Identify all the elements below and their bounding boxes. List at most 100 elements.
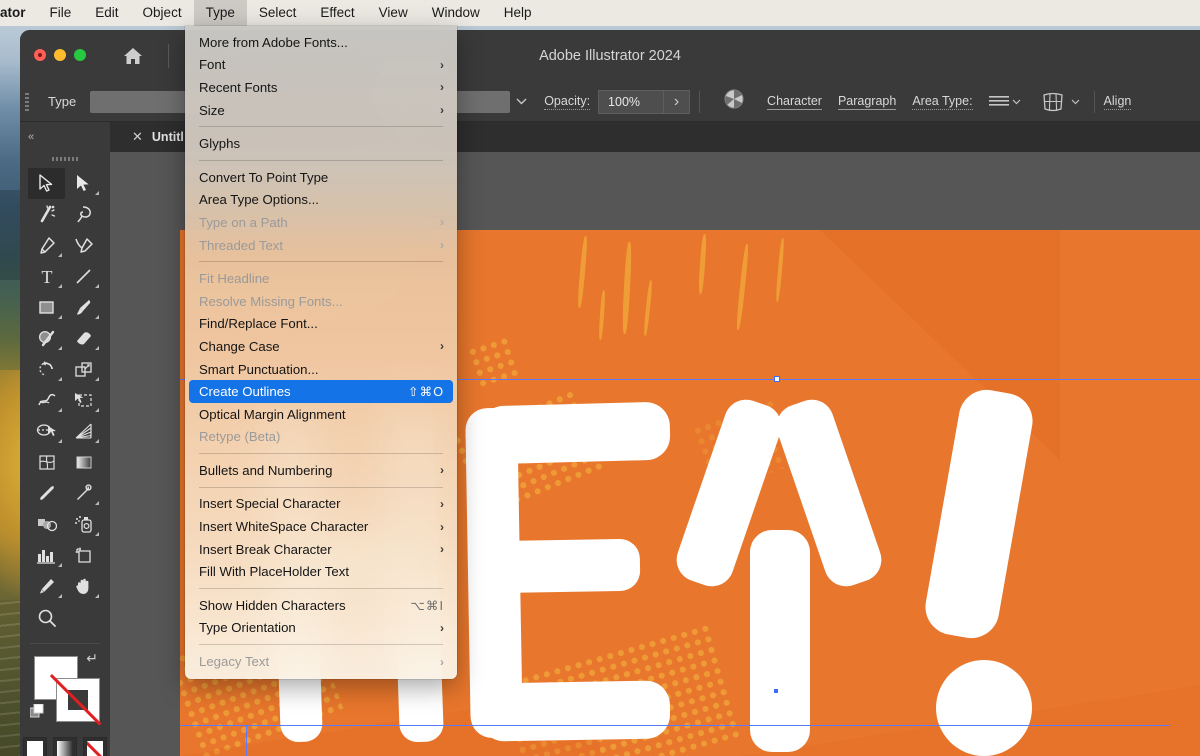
stroke-color-swatch[interactable] [56, 678, 100, 722]
zoom-tool[interactable] [28, 602, 65, 633]
menu-item-area-type-options[interactable]: Area Type Options... [185, 189, 457, 212]
menu-item-glyphs[interactable]: Glyphs [185, 132, 457, 155]
menubar-item-select[interactable]: Select [247, 0, 309, 26]
align-panel-link[interactable]: Align [1103, 94, 1132, 110]
artboard-tool[interactable] [65, 540, 102, 571]
maximize-window-button[interactable] [74, 49, 86, 61]
minimize-window-button[interactable] [54, 49, 66, 61]
menubar-item-window[interactable]: Window [420, 0, 492, 26]
blend-tool[interactable] [28, 509, 65, 540]
eyedropper-tool[interactable] [65, 478, 102, 509]
letter-e-top[interactable] [479, 401, 671, 465]
menubar-item-ator[interactable]: ator [0, 0, 38, 26]
paragraph-panel-link[interactable]: Paragraph [837, 94, 897, 110]
type-menu-dropdown[interactable]: More from Adobe Fonts... Font › Recent Font… [185, 26, 457, 679]
measure-tool[interactable] [28, 478, 65, 509]
paintbrush-tool[interactable] [65, 292, 102, 323]
close-icon[interactable]: ✕ [132, 129, 143, 145]
menu-separator [199, 261, 443, 263]
magic-wand-tool[interactable] [28, 199, 65, 230]
opacity-mask-icon[interactable] [723, 88, 745, 115]
color-mode-gradient[interactable] [53, 737, 77, 756]
menu-item-font[interactable]: Font › [185, 54, 457, 77]
menubar-item-help[interactable]: Help [492, 0, 544, 26]
default-fill-stroke-icon[interactable] [29, 703, 45, 719]
area-type-link[interactable]: Area Type: [912, 94, 973, 110]
menu-item-optical-margin-alignment[interactable]: Optical Margin Alignment [185, 403, 457, 426]
lasso-tool[interactable] [65, 199, 102, 230]
menu-item-recent-fonts[interactable]: Recent Fonts › [185, 76, 457, 99]
symbol-sprayer-tool[interactable] [65, 509, 102, 540]
svg-text:T: T [41, 267, 52, 286]
chevron-down-icon[interactable] [510, 91, 532, 113]
width-tool[interactable] [28, 385, 65, 416]
curvature-tool[interactable] [65, 230, 102, 261]
scale-tool[interactable] [65, 354, 102, 385]
letter-e-mid[interactable] [481, 538, 641, 594]
menu-item-label: Insert Break Character [199, 541, 332, 557]
menubar-item-file[interactable]: File [38, 0, 84, 26]
menu-item-convert-to-point-type[interactable]: Convert To Point Type [185, 166, 457, 189]
letter-exclaim-bar[interactable] [921, 385, 1037, 643]
menu-item-fill-with-placeholder-text[interactable]: Fill With PlaceHolder Text [185, 560, 457, 583]
type-tool[interactable]: T [28, 261, 65, 292]
column-graph-tool[interactable] [28, 540, 65, 571]
swap-fill-stroke-icon[interactable]: ↵ [86, 650, 98, 667]
menu-item-create-outlines[interactable]: Create Outlines ⇧⌘O [189, 380, 453, 403]
menubar-item-edit[interactable]: Edit [83, 0, 130, 26]
opacity-value: 100% [608, 94, 641, 109]
close-window-button[interactable] [34, 49, 46, 61]
letter-exclaim-dot[interactable] [936, 660, 1032, 756]
control-bar-grip[interactable] [20, 82, 34, 122]
tools-panel-handle[interactable] [20, 152, 110, 166]
rectangle-tool[interactable] [28, 292, 65, 323]
menu-item-size[interactable]: Size › [185, 99, 457, 122]
letter-y-stem[interactable] [750, 530, 810, 752]
hand-tool[interactable] [65, 571, 102, 602]
selection-anchor-point[interactable] [774, 376, 780, 382]
gradient-tool[interactable] [65, 447, 102, 478]
chevron-right-icon: › [440, 463, 444, 478]
letter-e-bottom[interactable] [479, 680, 671, 742]
menubar-item-view[interactable]: View [367, 0, 420, 26]
menu-item-smart-punctuation[interactable]: Smart Punctuation... [185, 358, 457, 381]
shape-builder-tool[interactable] [28, 416, 65, 447]
menu-item-insert-special-character[interactable]: Insert Special Character › [185, 493, 457, 516]
shaper-tool[interactable] [28, 323, 65, 354]
rotate-tool[interactable] [28, 354, 65, 385]
menu-item-more-from-adobe-fonts[interactable]: More from Adobe Fonts... [185, 31, 457, 54]
chevron-right-icon: › [440, 654, 444, 669]
character-panel-link[interactable]: Character [767, 94, 822, 110]
selection-tool[interactable] [28, 168, 65, 199]
direct-selection-tool[interactable] [65, 168, 102, 199]
opacity-input[interactable]: 100% › [598, 89, 691, 114]
color-mode-solid[interactable] [23, 737, 47, 756]
mesh-tool[interactable] [28, 447, 65, 478]
panel-collapse-button[interactable]: « [20, 122, 110, 152]
selection-center-point[interactable] [773, 688, 779, 694]
home-icon[interactable] [116, 44, 150, 68]
slice-tool[interactable] [28, 571, 65, 602]
area-type-shape-icon[interactable] [1041, 91, 1080, 113]
menubar-item-type[interactable]: Type [193, 0, 247, 26]
chevron-right-icon[interactable]: › [663, 90, 689, 113]
free-transform-tool[interactable] [65, 385, 102, 416]
menubar-item-object[interactable]: Object [131, 0, 194, 26]
menu-item-change-case[interactable]: Change Case › [185, 335, 457, 358]
menu-item-bullets-and-numbering[interactable]: Bullets and Numbering › [185, 459, 457, 482]
color-mode-none[interactable] [83, 737, 107, 756]
menu-item-label: Bullets and Numbering [199, 462, 333, 478]
pen-tool[interactable] [28, 230, 65, 261]
menu-item-label: Smart Punctuation... [199, 361, 319, 377]
eraser-tool[interactable] [65, 323, 102, 354]
menu-item-insert-break-character[interactable]: Insert Break Character › [185, 538, 457, 561]
menu-item-insert-whitespace-character[interactable]: Insert WhiteSpace Character › [185, 515, 457, 538]
opacity-label[interactable]: Opacity: [544, 94, 591, 110]
menubar-item-effect[interactable]: Effect [308, 0, 366, 26]
menu-item-show-hidden-characters[interactable]: Show Hidden Characters ⌥⌘I [185, 594, 457, 617]
menu-item-find-replace-font[interactable]: Find/Replace Font... [185, 313, 457, 336]
menu-item-type-orientation[interactable]: Type Orientation › [185, 617, 457, 640]
line-segment-tool[interactable] [65, 261, 102, 292]
paragraph-align-icon[interactable] [988, 95, 1021, 108]
perspective-grid-tool[interactable] [65, 416, 102, 447]
